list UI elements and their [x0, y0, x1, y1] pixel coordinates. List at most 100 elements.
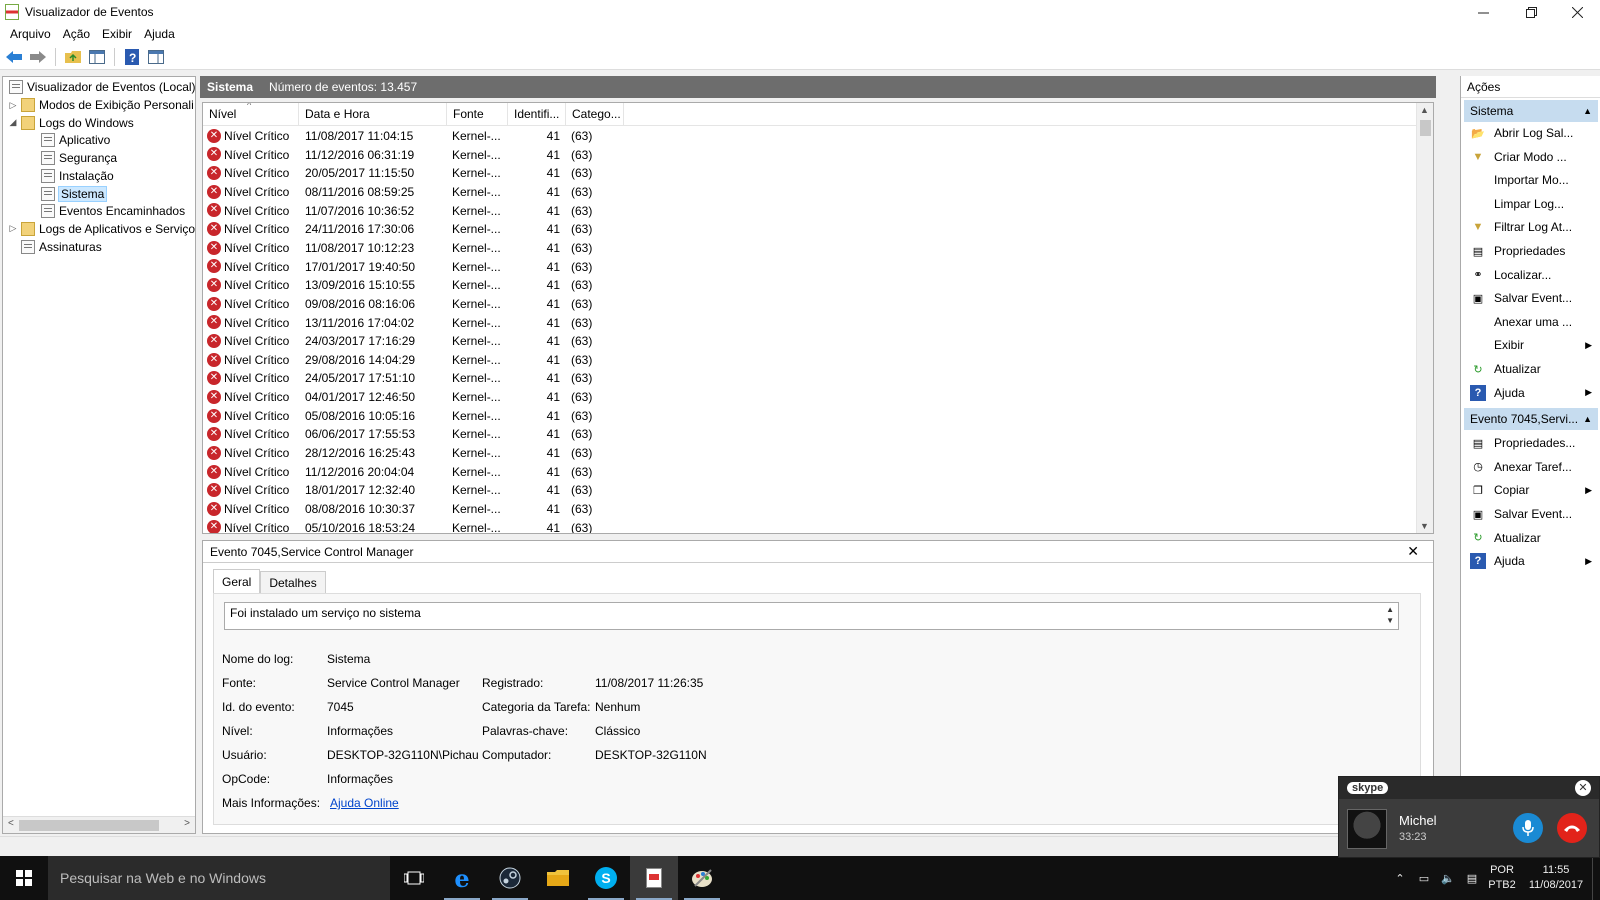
table-row[interactable]: ✕ Nível Crítico 17/01/2017 19:40:50 Kernel-…: [203, 258, 1417, 277]
close-detail-icon[interactable]: ✕: [1407, 543, 1419, 560]
table-row[interactable]: ✕ Nível Crítico 20/05/2017 11:15:50 Kernel-…: [203, 164, 1417, 183]
action-propriedades[interactable]: ▤ Propriedades...: [1464, 432, 1598, 454]
show-hidden-icons-icon[interactable]: ⌃: [1388, 872, 1412, 885]
taskbar-search-box[interactable]: Pesquisar na Web e no Windows: [48, 856, 390, 900]
scroll-up-icon[interactable]: ▲: [1420, 105, 1429, 115]
help-button[interactable]: ?: [122, 47, 142, 67]
tree-item-seguran-a[interactable]: Segurança: [27, 149, 117, 167]
tree-item-modos-de-exibi-o-personali[interactable]: ▷ Modos de Exibição Personali: [7, 96, 194, 114]
tree-item-logs-de-aplicativos-e-servi-o[interactable]: ▷ Logs de Aplicativos e Serviço: [7, 220, 195, 238]
taskbar-edge[interactable]: e: [438, 856, 486, 900]
taskbar-clock[interactable]: 11:55 11/08/2017: [1520, 863, 1592, 893]
table-row[interactable]: ✕ Nível Crítico 11/12/2016 20:04:04 Kernel-…: [203, 463, 1417, 482]
collapse-icon[interactable]: ▲: [1583, 100, 1592, 122]
mute-button[interactable]: [1513, 813, 1543, 843]
actions-section-sistema[interactable]: Sistema ▲: [1464, 100, 1598, 122]
close-button[interactable]: [1554, 0, 1600, 24]
menu-ajuda[interactable]: Ajuda: [138, 27, 181, 41]
table-row[interactable]: ✕ Nível Crítico 13/11/2016 17:04:02 Kernel-…: [203, 314, 1417, 333]
show-hide-tree-button[interactable]: [87, 47, 107, 67]
action-ajuda[interactable]: ? Ajuda ▶: [1464, 382, 1598, 404]
table-row[interactable]: ✕ Nível Crítico 18/01/2017 12:32:40 Kernel-…: [203, 481, 1417, 500]
skype-close-icon[interactable]: ✕: [1575, 780, 1591, 796]
action-limpar-log[interactable]: Limpar Log...: [1464, 193, 1598, 215]
start-button[interactable]: [0, 856, 48, 900]
table-row[interactable]: ✕ Nível Crítico 05/10/2016 18:53:24 Kernel-…: [203, 519, 1417, 533]
back-button[interactable]: [4, 47, 24, 67]
expand-icon[interactable]: ◢: [7, 117, 19, 128]
expand-icon[interactable]: ▷: [7, 100, 19, 111]
table-row[interactable]: ✕ Nível Crítico 24/05/2017 17:51:10 Kernel-…: [203, 369, 1417, 388]
table-row[interactable]: ✕ Nível Crítico 04/01/2017 12:46:50 Kernel-…: [203, 388, 1417, 407]
tree-item-aplicativo[interactable]: Aplicativo: [27, 131, 110, 149]
task-view-button[interactable]: [390, 856, 438, 900]
tab-geral[interactable]: Geral: [213, 569, 261, 594]
table-row[interactable]: ✕ Nível Crítico 06/06/2017 17:55:53 Kernel-…: [203, 425, 1417, 444]
minimize-button[interactable]: [1460, 0, 1506, 24]
open-folder-button[interactable]: [63, 47, 83, 67]
notifications-icon[interactable]: ▤: [1460, 872, 1484, 885]
description-scroll-icon[interactable]: ▲ ▼: [1386, 604, 1394, 626]
tree-item-assinaturas[interactable]: Assinaturas: [7, 238, 102, 256]
taskbar-paint[interactable]: [678, 856, 726, 900]
table-row[interactable]: ✕ Nível Crítico 11/08/2017 10:12:23 Kernel-…: [203, 239, 1417, 258]
taskbar-file-explorer[interactable]: [534, 856, 582, 900]
table-row[interactable]: ✕ Nível Crítico 11/12/2016 06:31:19 Kernel-…: [203, 146, 1417, 165]
action-ajuda[interactable]: ? Ajuda ▶: [1464, 550, 1598, 572]
action-salvar-event[interactable]: ▣ Salvar Event...: [1464, 287, 1598, 309]
collapse-icon[interactable]: ▲: [1583, 408, 1592, 430]
action-copiar[interactable]: ❐ Copiar ▶: [1464, 479, 1598, 501]
action-localizar[interactable]: ⚭ Localizar...: [1464, 264, 1598, 286]
table-row[interactable]: ✕ Nível Crítico 24/11/2016 17:30:06 Kernel-…: [203, 220, 1417, 239]
action-atualizar[interactable]: ↻ Atualizar: [1464, 358, 1598, 380]
table-row[interactable]: ✕ Nível Crítico 11/08/2017 11:04:15 Kernel-…: [203, 127, 1417, 146]
column-event-id[interactable]: Identifi...: [508, 103, 566, 126]
volume-icon[interactable]: 🔈: [1436, 872, 1460, 885]
taskbar-skype[interactable]: S: [582, 856, 630, 900]
scrollbar-thumb[interactable]: [19, 820, 159, 831]
actions-section-event[interactable]: Evento 7045,Servi... ▲: [1464, 408, 1598, 431]
action-importar-mo[interactable]: Importar Mo...: [1464, 169, 1598, 191]
action-salvar-event[interactable]: ▣ Salvar Event...: [1464, 503, 1598, 525]
events-vertical-scrollbar[interactable]: ▲ ▼: [1416, 103, 1433, 533]
table-row[interactable]: ✕ Nível Crítico 09/08/2016 08:16:06 Kernel-…: [203, 295, 1417, 314]
tree-item-logs-do-windows[interactable]: ◢ Logs do Windows: [7, 114, 134, 132]
forward-button[interactable]: [28, 47, 48, 67]
action-abrir-log-sal[interactable]: 📂 Abrir Log Sal...: [1464, 122, 1598, 144]
menu-acao[interactable]: Ação: [57, 27, 96, 41]
column-datetime[interactable]: Data e Hora: [299, 103, 447, 126]
table-row[interactable]: ✕ Nível Crítico 08/08/2016 10:30:37 Kernel-…: [203, 500, 1417, 519]
tree-item-eventos-encaminhados[interactable]: Eventos Encaminhados: [27, 202, 185, 220]
tree-horizontal-scrollbar[interactable]: < >: [3, 816, 195, 833]
action-atualizar[interactable]: ↻ Atualizar: [1464, 527, 1598, 549]
scroll-left-icon[interactable]: <: [8, 818, 14, 829]
action-anexar-uma[interactable]: Anexar uma ...: [1464, 311, 1598, 333]
restore-button[interactable]: [1508, 0, 1554, 24]
scroll-right-icon[interactable]: >: [184, 818, 190, 829]
table-row[interactable]: ✕ Nível Crítico 08/11/2016 08:59:25 Kernel-…: [203, 183, 1417, 202]
menu-exibir[interactable]: Exibir: [96, 27, 138, 41]
tree-item-instala-o[interactable]: Instalação: [27, 167, 114, 185]
taskbar-event-viewer[interactable]: [630, 856, 678, 900]
table-row[interactable]: ✕ Nível Crítico 28/12/2016 16:25:43 Kernel-…: [203, 444, 1417, 463]
action-propriedades[interactable]: ▤ Propriedades: [1464, 240, 1598, 262]
action-exibir[interactable]: Exibir ▶: [1464, 334, 1598, 356]
online-help-link[interactable]: Ajuda Online: [330, 796, 399, 810]
action-anexar-taref[interactable]: ◷ Anexar Taref...: [1464, 456, 1598, 478]
menu-arquivo[interactable]: Arquivo: [4, 27, 57, 41]
taskbar-steam[interactable]: [486, 856, 534, 900]
scroll-down-icon[interactable]: ▼: [1420, 521, 1429, 531]
tab-detalhes[interactable]: Detalhes: [260, 571, 326, 593]
table-row[interactable]: ✕ Nível Crítico 29/08/2016 14:04:29 Kernel-…: [203, 351, 1417, 370]
end-call-button[interactable]: [1557, 813, 1587, 843]
column-source[interactable]: Fonte: [447, 103, 508, 126]
table-row[interactable]: ✕ Nível Crítico 13/09/2016 15:10:55 Kernel-…: [203, 276, 1417, 295]
tree-item-sistema[interactable]: Sistema: [27, 185, 108, 203]
network-icon[interactable]: ▭: [1412, 872, 1436, 885]
table-row[interactable]: ✕ Nível Crítico 05/08/2016 10:05:16 Kernel-…: [203, 407, 1417, 426]
input-language[interactable]: POR PTB2: [1484, 863, 1520, 893]
action-criar-modo[interactable]: ▼ Criar Modo ...: [1464, 146, 1598, 168]
tree-root[interactable]: Visualizador de Eventos (Local): [7, 78, 195, 96]
table-row[interactable]: ✕ Nível Crítico 11/07/2016 10:36:52 Kernel-…: [203, 202, 1417, 221]
show-desktop-button[interactable]: [1592, 856, 1600, 900]
